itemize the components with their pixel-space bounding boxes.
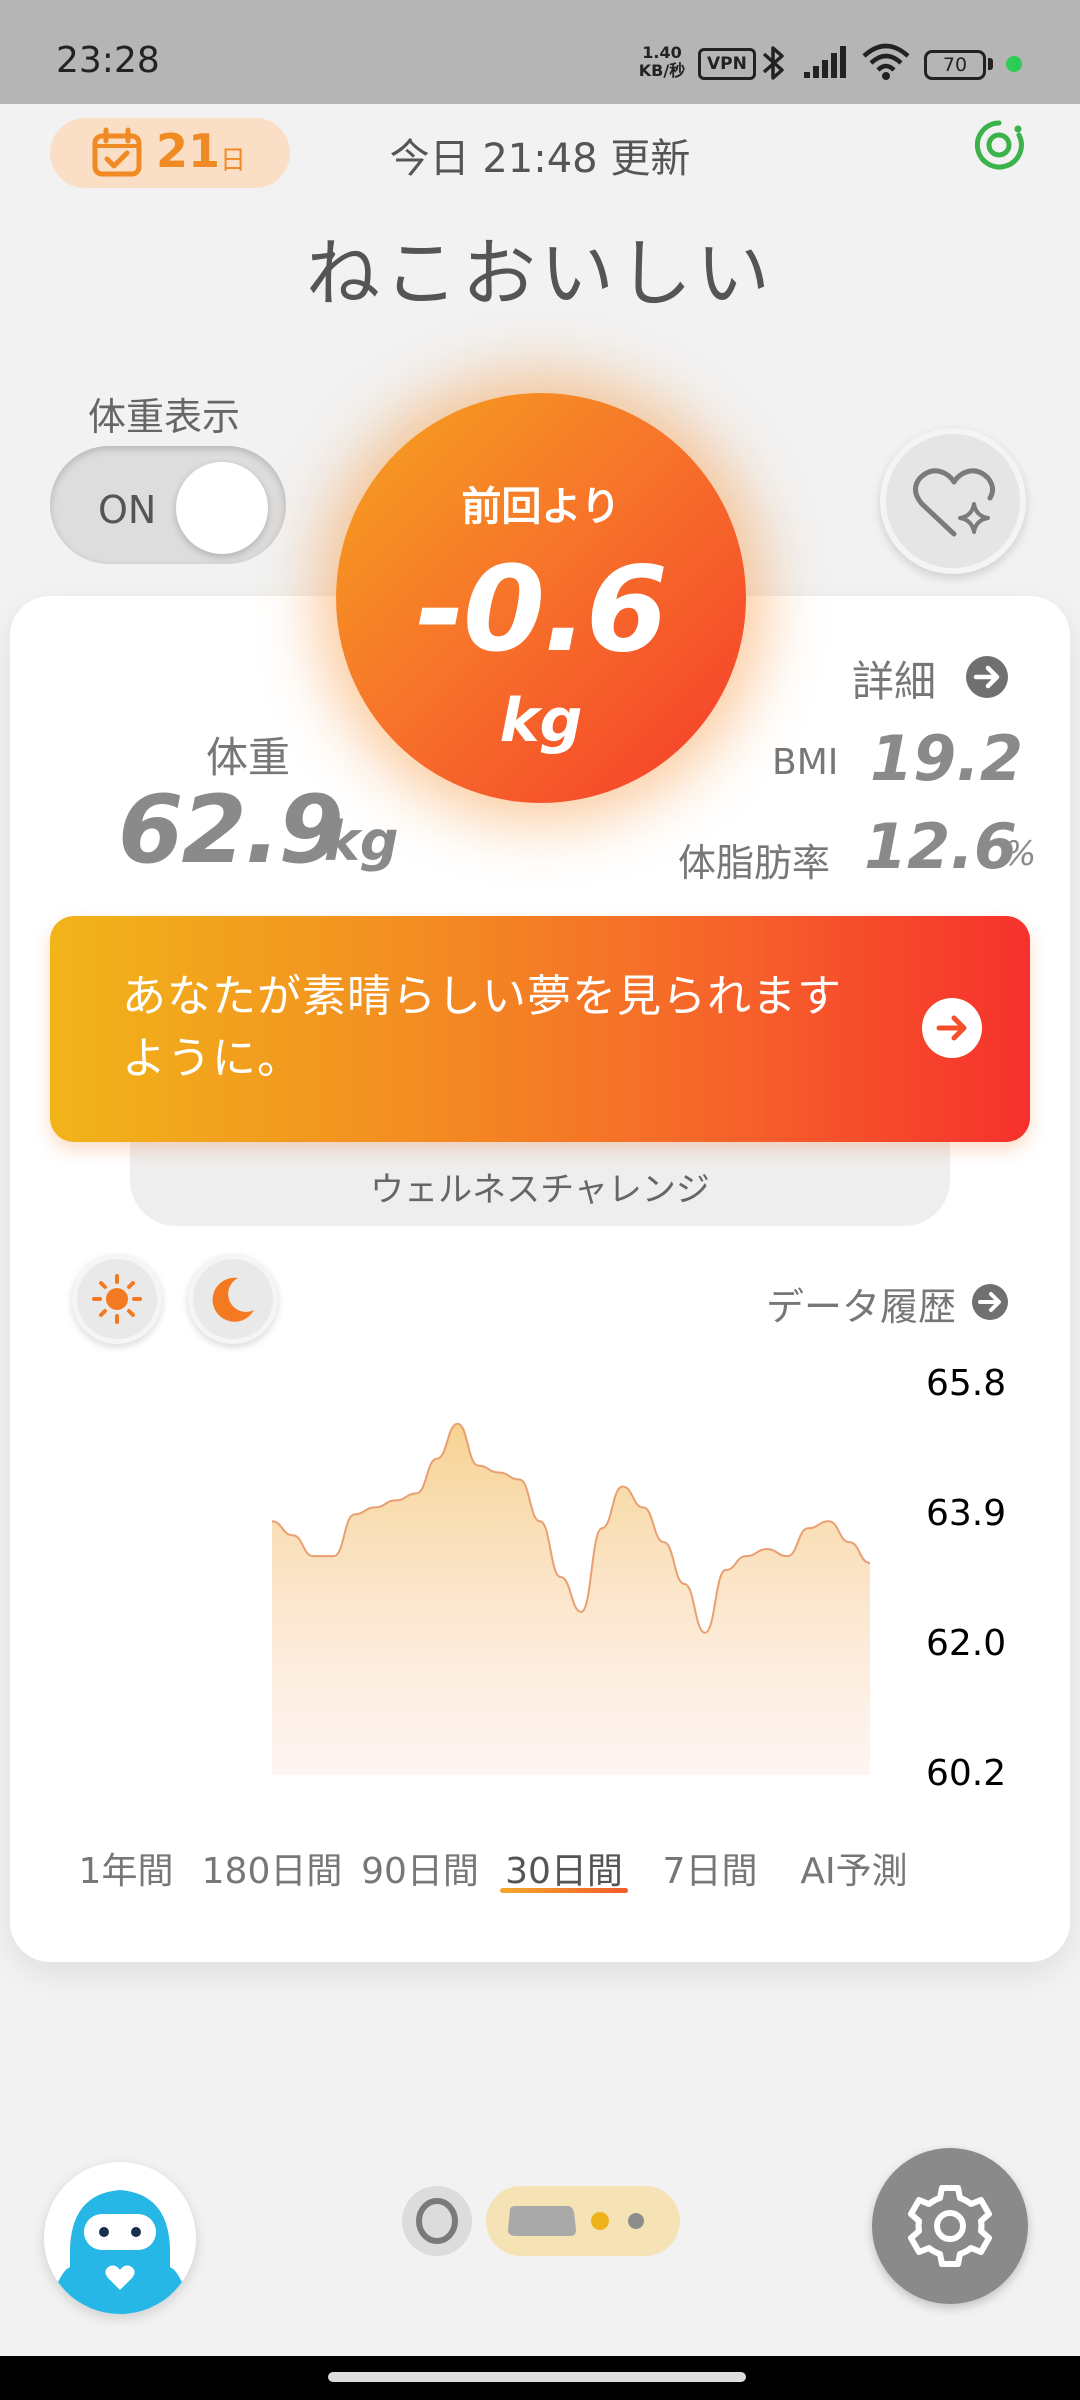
- signal-icon: [804, 46, 846, 78]
- y-tick-label: 65.8: [926, 1363, 1006, 1404]
- message-line-1: あなたが素晴らしい夢を見られます: [122, 971, 842, 1022]
- net-speed-unit: KB/秒: [638, 61, 686, 80]
- status-bar: [0, 0, 1080, 104]
- scale-device-icon: [508, 2206, 644, 2236]
- change-caption: 前回より: [461, 484, 621, 530]
- wellness-challenge-label: ウェルネスチャレンジ: [370, 1170, 710, 1210]
- tab-90-days[interactable]: 90日間: [360, 1842, 480, 1894]
- gear-icon: [908, 2185, 992, 2267]
- settings-button[interactable]: [872, 2148, 1028, 2304]
- weight-value: 62.9: [118, 776, 344, 885]
- day-count: 21: [156, 124, 221, 178]
- weight-display-label: 体重表示: [88, 395, 241, 439]
- message-arrow-button[interactable]: [922, 998, 982, 1058]
- tab-1-year[interactable]: 1年間: [74, 1842, 178, 1894]
- calendar-check-icon: [92, 127, 142, 177]
- weight-unit: kg: [324, 810, 399, 873]
- battery-icon: 70: [924, 50, 986, 80]
- body-fat-value: 12.6: [864, 810, 1017, 883]
- y-tick-label: 62.0: [926, 1623, 1006, 1664]
- bluetooth-icon: [762, 46, 784, 80]
- toggle-state-label: ON: [98, 488, 157, 532]
- selected-tab-indicator: [500, 1888, 628, 1893]
- weight-chart: 65.8 63.9 62.0 60.2: [271, 1363, 1006, 1790]
- change-value: -0.6: [415, 540, 668, 678]
- device-selector[interactable]: [486, 2186, 680, 2256]
- arrow-right-circle-icon[interactable]: [964, 654, 1010, 700]
- user-name: ねこおいしい: [306, 231, 774, 317]
- tab-180-days[interactable]: 180日間: [200, 1842, 344, 1894]
- tab-30-days[interactable]: 30日間: [502, 1842, 626, 1894]
- y-tick-label: 63.9: [926, 1493, 1006, 1534]
- battery-tip: [988, 58, 993, 70]
- data-history-link[interactable]: データ履歴: [766, 1276, 956, 1331]
- status-time: 23:28: [56, 40, 160, 81]
- day-unit: 日: [220, 146, 247, 176]
- y-tick-label: 60.2: [926, 1753, 1006, 1790]
- mascot-avatar[interactable]: [44, 2162, 196, 2314]
- body-fat-label: 体脂肪率: [678, 841, 831, 885]
- net-speed: 1.40 KB/秒: [636, 44, 688, 80]
- chart-area: [272, 1423, 870, 1775]
- mascot-icon: [58, 2190, 182, 2314]
- message-line-2: ように。: [122, 1033, 302, 1084]
- ring-device-icon[interactable]: [402, 2186, 472, 2256]
- details-link[interactable]: 詳細: [852, 648, 936, 709]
- net-speed-value: 1.40: [642, 43, 682, 62]
- arrow-right-icon: [936, 1015, 967, 1041]
- update-time: 今日 21:48 更新: [389, 136, 691, 182]
- status-dot: [1006, 56, 1022, 72]
- toggle-knob[interactable]: [176, 462, 268, 554]
- body-fat-unit: %: [1004, 834, 1037, 874]
- ring-icon: [416, 2198, 458, 2244]
- sync-status-icon[interactable]: [972, 118, 1026, 172]
- wifi-icon: [862, 43, 910, 80]
- home-indicator[interactable]: [328, 2372, 746, 2382]
- bmi-value: 19.2: [870, 722, 1023, 795]
- arrow-right-circle-icon[interactable]: [970, 1282, 1010, 1322]
- bmi-label: BMI: [772, 742, 839, 783]
- heart-sparkle-icon: [913, 468, 996, 537]
- tab-ai-forecast[interactable]: AI予測: [796, 1842, 912, 1894]
- message-text: あなたが素晴らしい夢を見られます ように。: [122, 966, 922, 1090]
- vpn-badge: VPN: [698, 48, 756, 80]
- change-unit: kg: [499, 686, 583, 756]
- tab-7-days[interactable]: 7日間: [658, 1842, 762, 1894]
